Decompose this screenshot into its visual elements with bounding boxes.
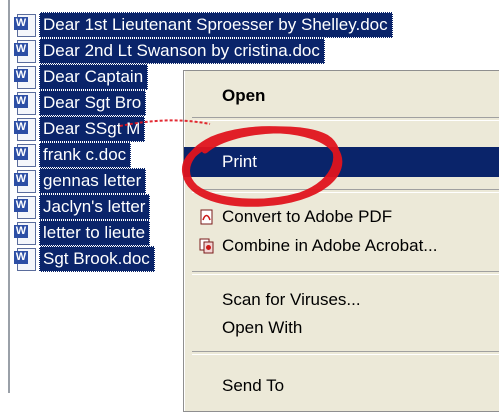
file-item[interactable]: W Jaclyn's letter (14, 194, 151, 220)
menu-item-label: Convert to Adobe PDF (222, 207, 393, 226)
menu-item-print[interactable]: Print (184, 147, 499, 177)
menu-item-combine-acrobat[interactable]: Combine in Adobe Acrobat... (184, 231, 499, 261)
menu-item-open[interactable]: Open (184, 81, 499, 111)
menu-separator (192, 351, 499, 355)
word-doc-icon: W (14, 247, 36, 271)
file-name: Dear Sgt Bro (39, 90, 147, 116)
word-doc-icon: W (14, 169, 36, 193)
file-item[interactable]: W Dear Sgt Bro (14, 90, 147, 116)
file-name: Dear 1st Lieutenant Sproesser by Shelley… (39, 12, 393, 38)
menu-separator (192, 117, 499, 121)
acrobat-combine-icon (199, 238, 215, 254)
adobe-pdf-icon (199, 209, 215, 225)
file-item[interactable]: W Dear 1st Lieutenant Sproesser by Shell… (14, 12, 393, 38)
file-name: frank c.doc (39, 142, 132, 168)
word-doc-icon: W (14, 91, 36, 115)
file-name: Jaclyn's letter (39, 194, 151, 220)
file-item[interactable]: W Dear SSgt M (14, 116, 146, 142)
context-menu: Open Print Convert to Adobe PDF Combine … (183, 70, 499, 412)
menu-separator (192, 271, 499, 275)
file-name: Dear 2nd Lt Swanson by cristina.doc (39, 38, 325, 64)
file-name: letter to lieute (39, 220, 151, 246)
file-item[interactable]: W gennas letter (14, 168, 147, 194)
word-doc-icon: W (14, 65, 36, 89)
word-doc-icon: W (14, 117, 36, 141)
word-doc-icon: W (14, 143, 36, 167)
menu-item-convert-pdf[interactable]: Convert to Adobe PDF (184, 202, 499, 232)
explorer-left-border (8, 0, 10, 393)
file-name: Dear Captain (39, 64, 149, 90)
file-item[interactable]: W Sgt Brook.doc (14, 246, 155, 272)
menu-item-label: Print (222, 152, 257, 171)
word-doc-icon: W (14, 221, 36, 245)
menu-item-label: Open (222, 86, 266, 105)
menu-item-scan-viruses[interactable]: Scan for Viruses... (184, 285, 499, 315)
file-item[interactable]: W Dear 2nd Lt Swanson by cristina.doc (14, 38, 325, 64)
menu-separator (192, 189, 499, 193)
word-doc-icon: W (14, 13, 36, 37)
file-item[interactable]: W letter to lieute (14, 220, 151, 246)
file-name: Dear SSgt M (39, 116, 146, 142)
word-doc-icon: W (14, 39, 36, 63)
menu-item-label: Open With (222, 318, 303, 337)
word-doc-icon: W (14, 195, 36, 219)
menu-item-send-to[interactable]: Send To (184, 371, 499, 401)
file-item[interactable]: W frank c.doc (14, 142, 132, 168)
file-name: gennas letter (39, 168, 147, 194)
menu-item-label: Send To (222, 376, 285, 395)
menu-item-open-with[interactable]: Open With (184, 313, 499, 343)
file-name: Sgt Brook.doc (39, 246, 155, 272)
menu-item-label: Scan for Viruses... (222, 290, 361, 309)
menu-item-label: Combine in Adobe Acrobat... (222, 236, 438, 255)
file-item[interactable]: W Dear Captain (14, 64, 149, 90)
